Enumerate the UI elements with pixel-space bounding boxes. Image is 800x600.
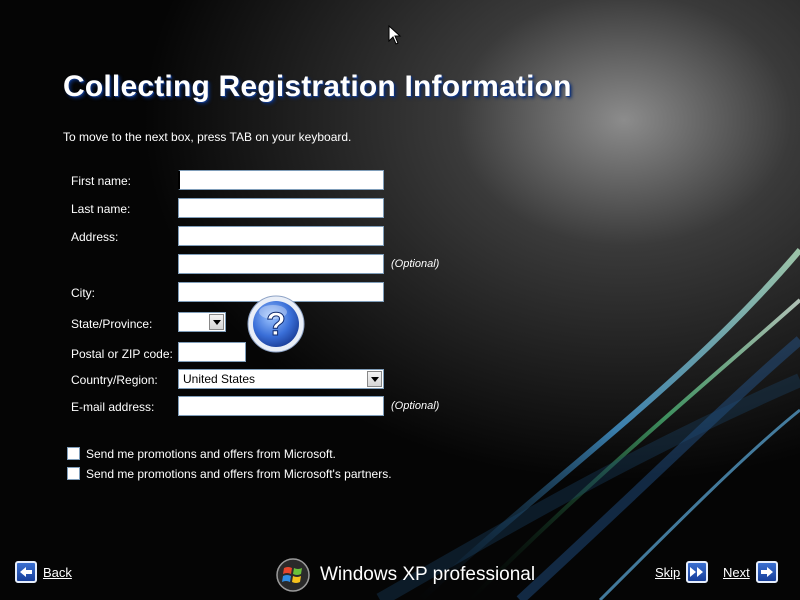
arrow-right-icon <box>755 561 778 583</box>
instructions-text: To move to the next box, press TAB on yo… <box>63 130 352 144</box>
address-field[interactable] <box>178 226 384 246</box>
state-select[interactable] <box>178 312 226 332</box>
last-name-field[interactable] <box>178 198 384 218</box>
promo-microsoft-label[interactable]: Send me promotions and offers from Micro… <box>86 447 336 461</box>
optional-text: (Optional) <box>391 400 440 412</box>
promo-microsoft-checkbox[interactable] <box>67 447 80 460</box>
state-label: State/Province: <box>71 317 153 331</box>
skip-button[interactable]: Skip <box>655 561 709 583</box>
email-field[interactable] <box>178 396 384 416</box>
email-label: E-mail address: <box>71 400 155 414</box>
mouse-pointer-icon <box>388 24 402 50</box>
country-selected-value: United States <box>183 372 256 386</box>
optional-text: (Optional) <box>391 258 440 270</box>
email-optional-note: (Optional) <box>391 400 439 412</box>
back-label: Back <box>43 564 72 580</box>
windows-branding: Windows XP professional <box>276 558 535 592</box>
postal-code-field[interactable] <box>178 342 246 362</box>
address-line2-field[interactable] <box>178 254 384 274</box>
double-arrow-right-icon <box>686 561 709 583</box>
country-select[interactable]: United States <box>178 369 384 389</box>
next-label: Next <box>723 564 750 580</box>
address-optional-note: (Optional) <box>391 258 439 270</box>
arrow-left-icon <box>15 561 37 583</box>
page-title: Collecting Registration Information <box>63 70 572 103</box>
first-name-field[interactable] <box>178 170 384 190</box>
address-label: Address: <box>71 230 119 244</box>
next-button[interactable]: Next <box>723 561 778 583</box>
first-name-label: First name: <box>71 174 132 188</box>
windows-logo-icon <box>276 558 310 592</box>
svg-text:?: ? <box>266 306 286 342</box>
back-button[interactable]: Back <box>15 561 72 583</box>
question-mark-icon[interactable]: ? <box>246 294 306 354</box>
skip-label: Skip <box>655 564 681 580</box>
chevron-down-icon[interactable] <box>209 314 224 330</box>
postal-label: Postal or ZIP code: <box>71 347 173 361</box>
last-name-label: Last name: <box>71 202 131 216</box>
promo-partners-label[interactable]: Send me promotions and offers from Micro… <box>86 467 392 481</box>
city-label: City: <box>71 286 95 300</box>
product-name: Windows XP professional <box>320 564 536 585</box>
country-label: Country/Region: <box>71 373 158 387</box>
chevron-down-icon[interactable] <box>367 371 382 387</box>
promo-partners-checkbox[interactable] <box>67 467 80 480</box>
